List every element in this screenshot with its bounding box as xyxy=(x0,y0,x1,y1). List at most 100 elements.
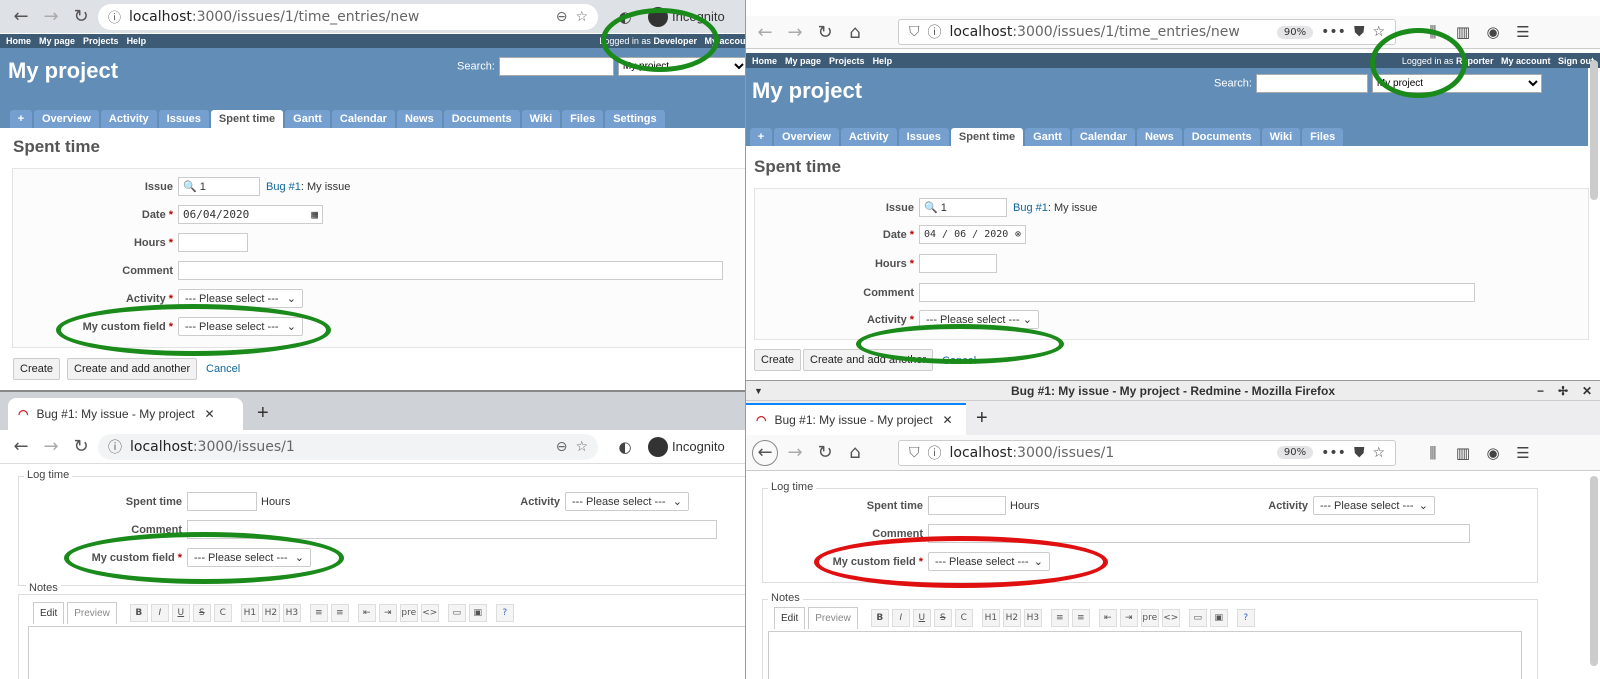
activity-select[interactable]: --- Please select --- ⌄ xyxy=(1313,496,1435,515)
menu-my-page[interactable]: My page xyxy=(39,36,75,46)
new-tab-icon[interactable]: + xyxy=(976,403,988,435)
pocket-icon[interactable]: ⛊ xyxy=(1354,24,1365,40)
link-icon[interactable]: ▭ xyxy=(1188,609,1207,627)
indent-icon[interactable]: ⇥ xyxy=(378,604,397,622)
menu-projects[interactable]: Projects xyxy=(829,56,865,66)
close-tab-icon[interactable]: ✕ xyxy=(204,407,214,421)
calendar-icon[interactable]: ▦ xyxy=(311,208,318,221)
forward-icon[interactable]: → xyxy=(782,19,808,45)
indent-icon[interactable]: ⇥ xyxy=(1119,609,1138,627)
tab-gantt[interactable]: Gantt xyxy=(1025,128,1070,146)
tab-preview[interactable]: Preview xyxy=(808,607,858,629)
italic-icon[interactable]: I xyxy=(150,604,169,622)
comment-input[interactable] xyxy=(178,261,723,280)
account-icon[interactable]: ◉ xyxy=(1480,444,1506,462)
h2-icon[interactable]: H2 xyxy=(1002,609,1021,627)
window-menu-icon[interactable]: ▼ xyxy=(754,386,763,396)
spent-time-input[interactable] xyxy=(928,496,1006,515)
issue-link[interactable]: Bug #1 xyxy=(1013,202,1048,214)
reload-icon[interactable]: ↻ xyxy=(812,19,838,45)
tab-edit[interactable]: Edit xyxy=(33,602,65,624)
back-icon[interactable]: ← xyxy=(752,19,778,45)
help-icon[interactable]: ? xyxy=(1236,609,1255,627)
tab-spent-time[interactable]: Spent time xyxy=(950,128,1024,146)
home-icon[interactable]: ⌂ xyxy=(842,19,868,45)
minimize-icon[interactable]: − xyxy=(1537,384,1544,398)
forward-icon[interactable]: → xyxy=(38,434,64,460)
star-icon[interactable]: ☆ xyxy=(1372,445,1385,461)
hours-input[interactable] xyxy=(178,233,248,252)
address-bar[interactable]: ⓘ localhost:3000/issues/1 ⊖ ☆ xyxy=(98,433,598,460)
tab-documents[interactable]: Documents xyxy=(1183,128,1260,146)
forward-icon[interactable]: → xyxy=(38,4,64,30)
pre-icon[interactable]: pre xyxy=(399,604,418,622)
underline-icon[interactable]: U xyxy=(171,604,190,622)
tab-wiki[interactable]: Wiki xyxy=(521,110,561,128)
library-icon[interactable]: ⫼ xyxy=(1420,444,1446,462)
reload-icon[interactable]: ↻ xyxy=(812,440,838,466)
cancel-link[interactable]: Cancel xyxy=(206,363,240,375)
tab-new[interactable]: + xyxy=(10,110,32,128)
h2-icon[interactable]: H2 xyxy=(261,604,280,622)
spent-time-input[interactable] xyxy=(187,492,257,511)
tab-issues[interactable]: Issues xyxy=(158,110,209,128)
more-icon[interactable]: ••• xyxy=(1321,445,1346,461)
back-icon[interactable]: ← xyxy=(8,4,34,30)
comment-input[interactable] xyxy=(919,283,1475,302)
tab-gantt[interactable]: Gantt xyxy=(285,110,330,128)
menu-home[interactable]: Home xyxy=(6,36,31,46)
new-tab-icon[interactable]: + xyxy=(257,398,269,430)
address-bar[interactable]: ⛉ ⓘ localhost:3000/issues/1/time_entries… xyxy=(898,19,1396,45)
tab-activity[interactable]: Activity xyxy=(840,128,897,146)
tab-calendar[interactable]: Calendar xyxy=(331,110,395,128)
address-bar[interactable]: ⓘ localhost:3000/issues/1/time_entries/n… xyxy=(98,3,598,30)
close-tab-icon[interactable]: ✕ xyxy=(942,413,952,427)
h1-icon[interactable]: H1 xyxy=(981,609,1000,627)
more-icon[interactable]: ••• xyxy=(1321,24,1346,40)
ordered-list-icon[interactable]: ≡ xyxy=(330,604,349,622)
underline-icon[interactable]: U xyxy=(912,609,931,627)
tab-activity[interactable]: Activity xyxy=(100,110,157,128)
menu-home[interactable]: Home xyxy=(752,56,777,66)
tab-files[interactable]: Files xyxy=(1302,128,1344,146)
sign-out-link[interactable]: Sign out xyxy=(1558,56,1594,66)
tab-news[interactable]: News xyxy=(1136,128,1182,146)
tab-new[interactable]: + xyxy=(750,128,772,146)
menu-help[interactable]: Help xyxy=(873,56,893,66)
strikethrough-icon[interactable]: S xyxy=(192,604,211,622)
bold-icon[interactable]: B xyxy=(870,609,889,627)
pocket-icon[interactable]: ⛊ xyxy=(1354,445,1365,461)
notes-textarea[interactable] xyxy=(768,631,1522,679)
ordered-list-icon[interactable]: ≡ xyxy=(1071,609,1090,627)
zoom-badge[interactable]: 90% xyxy=(1276,25,1314,39)
unordered-list-icon[interactable]: ≡ xyxy=(309,604,328,622)
strikethrough-icon[interactable]: S xyxy=(933,609,952,627)
menu-projects[interactable]: Projects xyxy=(83,36,119,46)
italic-icon[interactable]: I xyxy=(891,609,910,627)
tab-overview[interactable]: Overview xyxy=(774,128,839,146)
tab-spent-time[interactable]: Spent time xyxy=(210,110,284,128)
h3-icon[interactable]: H3 xyxy=(282,604,301,622)
create-button[interactable]: Create xyxy=(13,358,61,380)
code-icon[interactable]: C xyxy=(954,609,973,627)
zoom-icon[interactable]: ⊖ xyxy=(556,439,568,455)
create-and-add-another-button[interactable]: Create and add another xyxy=(67,358,198,380)
tab-wiki[interactable]: Wiki xyxy=(1261,128,1301,146)
maximize-icon[interactable]: ✢ xyxy=(1558,384,1568,398)
tab-edit[interactable]: Edit xyxy=(774,607,806,629)
h1-icon[interactable]: H1 xyxy=(240,604,259,622)
tab-files[interactable]: Files xyxy=(562,110,604,128)
h3-icon[interactable]: H3 xyxy=(1023,609,1042,627)
tab-documents[interactable]: Documents xyxy=(443,110,520,128)
back-icon[interactable]: ← xyxy=(752,439,778,466)
address-bar[interactable]: ⛉ ⓘ localhost:3000/issues/1 90% ••• ⛊ ☆ xyxy=(898,439,1396,466)
scrollbar[interactable] xyxy=(1590,60,1598,200)
issue-input[interactable]: 🔍 1 xyxy=(919,198,1007,217)
inline-code-icon[interactable]: <> xyxy=(420,604,439,622)
account-icon[interactable]: ◉ xyxy=(1480,23,1506,41)
zoom-badge[interactable]: 90% xyxy=(1276,446,1314,459)
notes-textarea[interactable] xyxy=(28,626,758,679)
scrollbar[interactable] xyxy=(1590,476,1598,666)
unordered-list-icon[interactable]: ≡ xyxy=(1050,609,1069,627)
menu-help[interactable]: Help xyxy=(127,36,147,46)
